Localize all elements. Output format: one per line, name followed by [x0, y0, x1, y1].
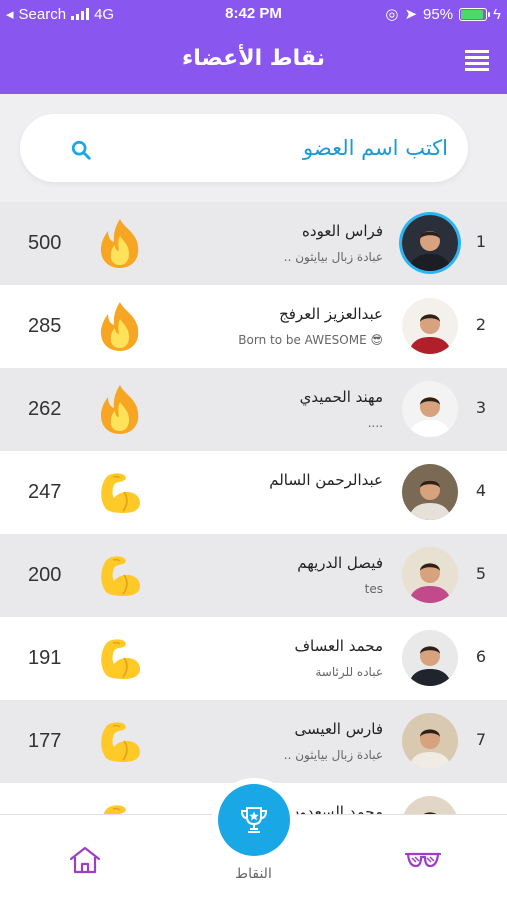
- member-row[interactable]: 3 مهند الحميدي.... 262: [0, 368, 507, 451]
- member-rank: 6: [475, 647, 487, 666]
- member-rank: 2: [475, 315, 487, 334]
- orientation-lock-icon: ◎: [385, 6, 399, 23]
- fire-icon: [94, 216, 146, 270]
- member-points: 262: [28, 398, 62, 420]
- member-points: 500: [28, 232, 62, 254]
- search-bar: [20, 114, 468, 182]
- member-points: 247: [28, 481, 62, 503]
- fire-icon: [94, 299, 146, 353]
- member-subtitle: عبادة زبال بيايثون ..: [283, 748, 383, 762]
- member-name: فارس العيسى: [294, 720, 383, 738]
- battery-icon: [459, 7, 491, 21]
- member-name: محمد العساف: [294, 637, 383, 655]
- member-name: مهند الحميدي: [299, 388, 383, 406]
- member-row[interactable]: 5 فيصل الدريهم tes 200: [0, 534, 507, 617]
- member-row[interactable]: 1 فراس العوده عبادة زبال بيايثون .. 500: [0, 202, 507, 285]
- flexed-biceps-icon: [94, 465, 146, 519]
- member-subtitle: tes: [364, 582, 383, 596]
- member-points: 200: [28, 564, 62, 586]
- member-rank: 5: [475, 564, 487, 583]
- avatar[interactable]: [402, 630, 458, 686]
- location-icon: ➤: [404, 6, 418, 23]
- page-title: نقاط الأعضاء: [182, 46, 325, 71]
- avatar[interactable]: [402, 547, 458, 603]
- status-bar: ◂ Search 4G 8:42 PM ◎ ➤ 95% ϟ: [0, 0, 507, 28]
- members-list: 1 فراس العوده عبادة زبال بيايثون .. 500 2 عبد…: [0, 202, 507, 866]
- flexed-biceps-icon: [94, 548, 146, 602]
- menu-icon[interactable]: [465, 50, 489, 71]
- avatar[interactable]: [402, 381, 458, 437]
- member-subtitle: عبادة زبال بيايثون ..: [283, 250, 383, 264]
- flexed-biceps-icon: [94, 631, 146, 685]
- trophy-icon: [240, 807, 268, 833]
- header: نقاط الأعضاء: [0, 28, 507, 94]
- search-icon[interactable]: [70, 139, 92, 161]
- member-subtitle: 😎 Born to be AWESOME: [238, 333, 383, 347]
- fire-icon: [94, 382, 146, 436]
- member-rank: 3: [475, 398, 487, 417]
- member-rank: 4: [475, 481, 487, 500]
- member-points: 191: [28, 647, 62, 669]
- member-row[interactable]: 7 فارس العيسى عبادة زبال بيايثون .. 177: [0, 700, 507, 783]
- avatar[interactable]: [402, 298, 458, 354]
- member-rank: 1: [475, 232, 487, 251]
- member-name: فيصل الدريهم: [297, 554, 383, 572]
- search-input[interactable]: [110, 130, 448, 166]
- member-rank: 7: [475, 730, 487, 749]
- avatar[interactable]: [402, 713, 458, 769]
- member-points: 285: [28, 315, 62, 337]
- member-subtitle: ....: [367, 416, 383, 430]
- points-tab-button[interactable]: [218, 784, 290, 856]
- member-name: عبدالرحمن السالم: [269, 471, 383, 489]
- status-right: ◎ ➤ 95% ϟ: [385, 5, 501, 24]
- member-row[interactable]: 4 عبدالرحمن السالم 247: [0, 451, 507, 534]
- charging-icon: ϟ: [493, 5, 501, 23]
- member-row[interactable]: 6 محمد العساف عباده للرئاسة 191: [0, 617, 507, 700]
- points-tab-label: النقاط: [235, 866, 272, 882]
- member-points: 177: [28, 730, 62, 752]
- battery-percent: 95%: [423, 5, 454, 23]
- member-name: فراس العوده: [302, 222, 383, 240]
- avatar[interactable]: [402, 464, 458, 520]
- avatar[interactable]: [402, 215, 458, 271]
- member-subtitle: عباده للرئاسة: [315, 665, 383, 679]
- flexed-biceps-icon: [94, 714, 146, 768]
- member-row[interactable]: 2 عبدالعزيز العرفج 😎 Born to be AWESOME 285: [0, 285, 507, 368]
- member-name: عبدالعزيز العرفج: [279, 305, 383, 323]
